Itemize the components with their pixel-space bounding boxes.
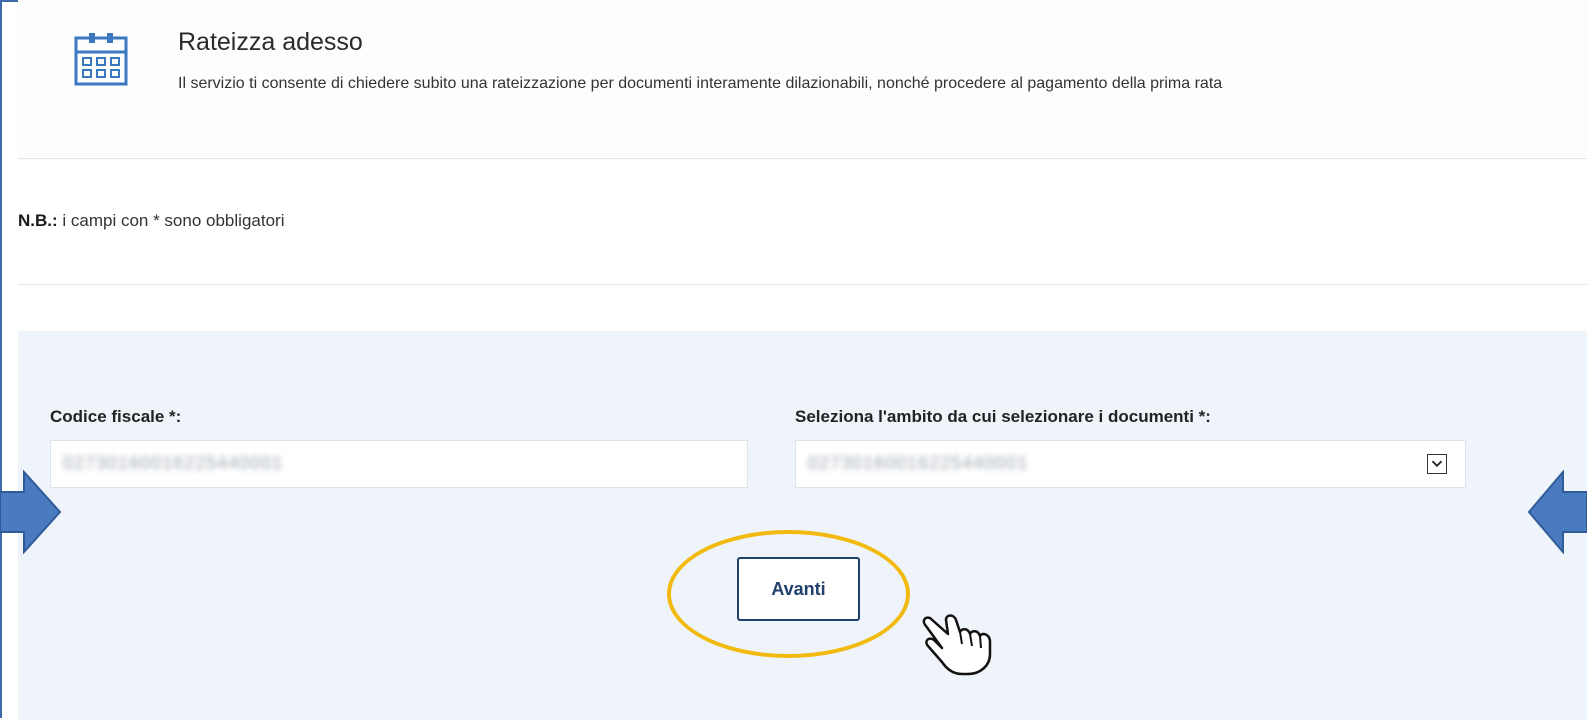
left-pointer-arrow-icon (0, 470, 62, 554)
calendar-icon (74, 33, 128, 86)
codice-fiscale-input[interactable]: 02730160016225440001 (50, 440, 748, 488)
service-header: Rateizza adesso Il servizio ti consente … (18, 0, 1587, 160)
chevron-down-icon[interactable] (1427, 454, 1447, 474)
ambito-select[interactable]: 02730160016225440001 (795, 440, 1466, 488)
ambito-label: Seleziona l'ambito da cui selezionare i … (795, 407, 1211, 426)
form-panel (18, 331, 1587, 720)
ambito-value: 02730160016225440001 (808, 453, 1029, 473)
divider (18, 284, 1587, 285)
codice-fiscale-label: Codice fiscale *: (50, 407, 182, 426)
note-text: i campi con * sono obbligatori (57, 211, 285, 230)
highlight-ellipse (667, 530, 910, 658)
pointing-hand-icon (922, 614, 992, 676)
page-title: Rateizza adesso (178, 28, 363, 56)
page-subtitle: Il servizio ti consente di chiedere subi… (178, 75, 1223, 92)
required-fields-note: N.B.: i campi con * sono obbligatori (18, 211, 284, 231)
note-prefix: N.B.: (18, 211, 58, 230)
right-pointer-arrow-icon (1527, 470, 1587, 554)
codice-fiscale-value: 02730160016225440001 (63, 453, 284, 473)
divider (18, 158, 1587, 159)
